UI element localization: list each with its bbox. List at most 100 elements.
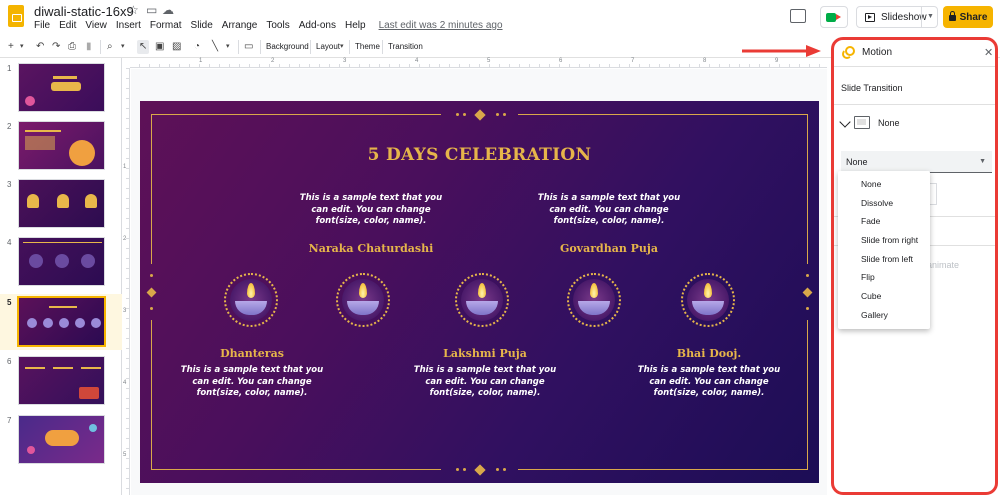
thumb-deco: [45, 430, 79, 446]
slide-thumbnail-row-active[interactable]: 5: [0, 294, 122, 350]
menu-format[interactable]: Format: [150, 20, 182, 31]
new-slide-dropdown-icon[interactable]: ▾: [20, 40, 24, 54]
motion-panel-title: Motion: [862, 47, 893, 58]
thumb-deco: [53, 367, 73, 369]
slide-thumbnail[interactable]: [18, 179, 105, 228]
slide-thumbnail[interactable]: [18, 121, 105, 170]
slides-logo-icon[interactable]: [8, 5, 24, 27]
star-icon[interactable]: ☆: [128, 3, 139, 17]
layout-dropdown-icon[interactable]: ▾: [340, 40, 344, 54]
transition-button[interactable]: Transition: [388, 40, 423, 54]
slide-thumbnail-row[interactable]: 2: [0, 118, 122, 174]
transition-type-select[interactable]: None ▼: [841, 151, 992, 173]
select-object-to-animate-hint: animate: [927, 260, 960, 270]
transition-option-none[interactable]: None: [838, 175, 930, 194]
layout-button[interactable]: Layout: [316, 40, 340, 54]
day-description[interactable]: This is a sample text that you can edit.…: [410, 365, 560, 400]
frame-diamond: [146, 287, 157, 298]
menu-view[interactable]: View: [85, 20, 107, 31]
document-title[interactable]: diwali-static-16x9: [34, 4, 134, 19]
lock-icon: [948, 11, 956, 21]
share-button[interactable]: Share: [943, 6, 993, 28]
select-tool-icon[interactable]: ↖: [137, 40, 150, 54]
background-button[interactable]: Background: [266, 40, 309, 54]
menu-edit[interactable]: Edit: [59, 20, 76, 31]
slide-thumbnail[interactable]: [18, 237, 105, 286]
ruler-number: 5: [123, 452, 127, 458]
slide-title[interactable]: 5 DAYS CELEBRATION: [140, 145, 819, 165]
line-icon[interactable]: ╲: [212, 40, 218, 54]
add-comment-icon[interactable]: ▭: [244, 40, 253, 54]
menu-file[interactable]: File: [34, 20, 50, 31]
day-name[interactable]: Lakshmi Puja: [410, 347, 560, 360]
last-edit-link[interactable]: Last edit was 2 minutes ago: [379, 20, 503, 31]
undo-icon[interactable]: ↶: [36, 40, 44, 54]
slide[interactable]: 5 DAYS CELEBRATION This is a sample text…: [140, 101, 819, 483]
transition-option-fade[interactable]: Fade: [838, 212, 930, 231]
day-description[interactable]: This is a sample text that you can edit.…: [296, 193, 446, 228]
day-name[interactable]: Dhanteras: [177, 347, 327, 360]
insert-image-icon[interactable]: ▨: [172, 40, 181, 54]
shape-icon[interactable]: ◔: [194, 40, 200, 54]
comments-icon[interactable]: [790, 9, 806, 23]
day-name[interactable]: Govardhan Puja: [534, 242, 684, 255]
slide-thumbnail[interactable]: [18, 356, 105, 405]
duration-slider-box[interactable]: [930, 183, 937, 205]
paint-format-icon[interactable]: ▮: [86, 40, 92, 54]
slide-thumbnail-row[interactable]: 4: [0, 234, 122, 290]
slideshow-button[interactable]: Slideshow ▼: [856, 6, 938, 28]
thumb-deco: [75, 318, 85, 328]
menu-addons[interactable]: Add-ons: [299, 20, 336, 31]
ruler-number: 2: [123, 236, 127, 242]
text-box-icon[interactable]: ▣: [155, 40, 164, 54]
slide-thumbnail[interactable]: [17, 296, 106, 347]
line-dropdown-icon[interactable]: ▾: [226, 40, 230, 54]
transition-option-flip[interactable]: Flip: [838, 268, 930, 287]
thumb-deco: [25, 96, 35, 106]
day-description[interactable]: This is a sample text that you can edit.…: [177, 365, 327, 400]
frame-line: [807, 114, 808, 264]
annotation-arrow: [742, 45, 821, 57]
frame-line: [151, 114, 152, 264]
menu-arrange[interactable]: Arrange: [222, 20, 258, 31]
new-slide-icon[interactable]: +: [8, 40, 14, 54]
ruler-number: 4: [415, 58, 419, 64]
slide-thumbnail-row[interactable]: 7: [0, 412, 122, 468]
zoom-dropdown-icon[interactable]: ▾: [121, 40, 125, 54]
transition-option-slide-from-right[interactable]: Slide from right: [838, 231, 930, 250]
menu-insert[interactable]: Insert: [116, 20, 141, 31]
day-name[interactable]: Bhai Dooj.: [634, 347, 784, 360]
ruler-number: 6: [559, 58, 563, 64]
theme-button[interactable]: Theme: [355, 40, 380, 54]
current-transition-label[interactable]: None: [878, 118, 900, 128]
chevron-down-icon[interactable]: [839, 116, 851, 128]
toolbar-divider: [382, 40, 383, 54]
horizontal-ruler[interactable]: 1 2 3 4 5 6 7 8 9: [130, 58, 827, 68]
slideshow-dropdown-icon[interactable]: ▼: [927, 13, 934, 20]
slide-thumbnail[interactable]: [18, 415, 105, 464]
move-folder-icon[interactable]: ▭: [146, 3, 157, 17]
day-name[interactable]: Naraka Chaturdashi: [296, 242, 446, 255]
transition-option-cube[interactable]: Cube: [838, 287, 930, 306]
redo-icon[interactable]: ↷: [52, 40, 60, 54]
menu-help[interactable]: Help: [345, 20, 366, 31]
day-description[interactable]: This is a sample text that you can edit.…: [634, 365, 784, 400]
vertical-ruler[interactable]: 1 2 3 4 5: [122, 68, 130, 495]
day-description[interactable]: This is a sample text that you can edit.…: [534, 193, 684, 228]
print-icon[interactable]: ⎙: [68, 40, 76, 54]
slide-thumbnail-row[interactable]: 1: [0, 60, 122, 116]
thumb-deco: [49, 306, 77, 308]
menu-slide[interactable]: Slide: [191, 20, 213, 31]
transition-option-dissolve[interactable]: Dissolve: [838, 194, 930, 213]
slide-thumbnail[interactable]: [18, 63, 105, 112]
transition-option-gallery[interactable]: Gallery: [838, 306, 930, 325]
transition-option-slide-from-left[interactable]: Slide from left: [838, 250, 930, 269]
slide-canvas[interactable]: 5 DAYS CELEBRATION This is a sample text…: [131, 69, 827, 495]
meet-button[interactable]: [820, 6, 848, 28]
slide-thumbnail-row[interactable]: 6: [0, 353, 122, 409]
cloud-status-icon[interactable]: ☁: [162, 3, 174, 17]
close-icon[interactable]: ✕: [984, 46, 993, 59]
slide-thumbnail-row[interactable]: 3: [0, 176, 122, 232]
zoom-icon[interactable]: ⌕: [107, 40, 113, 54]
menu-tools[interactable]: Tools: [266, 20, 289, 31]
